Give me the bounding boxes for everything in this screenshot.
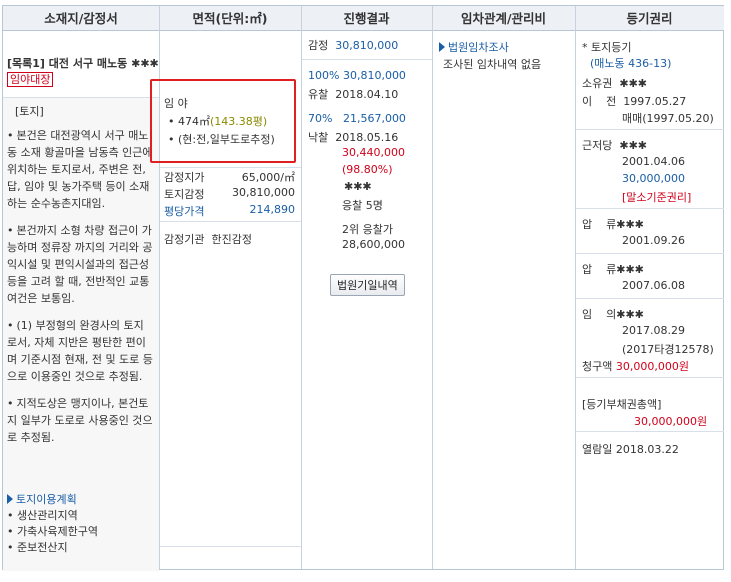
tenancy-result: 조사된 임차내역 없음	[443, 58, 542, 71]
land-plan-item: • 준보전산지	[7, 541, 68, 554]
land-plan-list: • 생산관리지역 • 가축사육제한구역 • 준보전산지	[7, 508, 98, 556]
area-cell: 임 야 • 474㎡(143.38평) • (현:전,일부도로추정) 감정지가 …	[150, 31, 301, 569]
item-heading: [목록1] 대전 서구 매노동 ✱✱✱	[7, 55, 159, 71]
seizure1-date: 2001.09.26	[622, 234, 685, 247]
transfer-line: 이 전 1997.05.27	[582, 95, 687, 108]
divider	[576, 129, 724, 130]
auction-table: 소재지/감정서 면적(단위:㎡) 진행결과 임차관계/관리비 등기권리 [목록1…	[2, 5, 724, 571]
registry-parcel[interactable]: (매노동 436-13)	[590, 55, 671, 71]
header-tenancy: 임차관계/관리비	[432, 6, 575, 31]
registry-title: * 토지등기	[582, 41, 632, 54]
owner-line: 소유권 ✱✱✱	[582, 77, 648, 90]
second-bid-value: 28,600,000	[342, 238, 405, 251]
header-registry: 등기권리	[575, 6, 724, 31]
divider	[576, 377, 724, 378]
triangle-right-icon	[439, 42, 445, 52]
unit-price-value: 65,000/㎡	[241, 171, 295, 184]
land-plan-item: • 생산관리지역	[7, 509, 78, 522]
round2-result: 낙찰 2018.05.16	[308, 131, 399, 144]
forest-registry-badge[interactable]: 임야대장	[7, 72, 54, 87]
tenancy-cell: 법원임차조사 조사된 임차내역 없음	[433, 31, 575, 569]
round1-price: 100% 30,810,000	[308, 69, 406, 82]
seizure2-line: 압 류✱✱✱	[582, 263, 644, 276]
land-plan-link[interactable]: 토지이용계획	[7, 491, 77, 507]
description-1: • 본건은 대전광역시 서구 매노동 소재 황골마을 남동측 인근에 위치하는 토…	[7, 129, 153, 210]
divider	[576, 253, 724, 254]
divider	[160, 221, 301, 222]
divider	[160, 167, 301, 168]
winning-ratio: (98.80%)	[342, 163, 393, 176]
location-cell: [목록1] 대전 서구 매노동 ✱✱✱ 임야대장 [토지] • 본건은 대전광역시…	[3, 31, 159, 571]
item-number: [목록1]	[7, 57, 45, 70]
description-4: • 지적도상은 맹지이나, 본건토지 일부가 도로로 사용중인 것으로 추정됨.	[7, 397, 153, 444]
header-location: 소재지/감정서	[3, 6, 159, 31]
view-date-line: 열람일 2018.03.22	[582, 443, 679, 456]
divider	[576, 298, 724, 299]
transfer-cause: 매매(1997.05.20)	[622, 112, 714, 125]
voluntary-line: 임 의✱✱✱	[582, 308, 644, 321]
mortgage-date: 2001.04.06	[622, 155, 685, 168]
seizure1-line: 압 류✱✱✱	[582, 218, 644, 231]
voluntary-date: 2017.08.29	[622, 324, 685, 337]
total-claims-amount: 30,000,000원	[634, 415, 708, 428]
total-claims-label: [등기부채권총액]	[582, 398, 662, 411]
description-3: • (1) 부정형의 완경사의 토지로서, 자체 지반은 평탄한 편이며 기준시점…	[7, 319, 153, 383]
appraiser-line: 감정기관 한진감정	[164, 233, 252, 246]
winning-bid: 30,440,000	[342, 146, 405, 159]
land-appraisal-label: 토지감정	[164, 188, 205, 201]
round1-result: 유찰 2018.04.10	[308, 88, 399, 101]
description-2: • 본건까지 소형 차량 접근이 가능하며 정류장 까지의 거리와 공익시설 및 …	[7, 224, 153, 305]
divider	[576, 431, 724, 432]
winner-name: ✱✱✱	[344, 180, 372, 193]
land-appraisal-value: 30,810,000	[232, 186, 295, 199]
appraiser-name: 한진감정	[211, 233, 252, 246]
mortgage-amount: 30,000,000	[622, 172, 685, 185]
seizure2-date: 2007.06.08	[622, 279, 685, 292]
voluntary-case: (2017타경12578)	[622, 343, 714, 356]
header-progress: 진행결과	[301, 6, 432, 31]
appraisal-line: 감정 30,810,000	[308, 39, 399, 52]
court-schedule-button[interactable]: 법원기일내역	[330, 274, 405, 296]
pyeong-price-label: 평당가격	[164, 205, 205, 218]
progress-cell: 감정 30,810,000 100% 30,810,000 유찰 2018.04…	[302, 31, 432, 569]
unit-price-label: 감정지가	[164, 171, 205, 184]
registry-cell: * 토지등기 (매노동 436-13) 소유권 ✱✱✱ 이 전 1997.05.…	[576, 31, 724, 569]
divider	[302, 59, 432, 60]
mortgage-note: [말소기준권리]	[622, 191, 692, 204]
divider	[576, 208, 724, 209]
address: 대전 서구 매노동 ✱✱✱	[48, 57, 159, 70]
mortgage-line: 근저당 ✱✱✱	[582, 139, 648, 152]
claim-line: 청구액 30,000,000원	[582, 360, 689, 373]
divider	[160, 546, 301, 547]
land-plan-item: • 가축사육제한구역	[7, 525, 98, 538]
second-bid-label: 2위 응찰가	[342, 223, 393, 236]
header-area: 면적(단위:㎡)	[159, 6, 301, 31]
triangle-right-icon	[7, 494, 13, 504]
bidder-count: 응찰 5명	[342, 199, 383, 212]
round2-price: 70% 21,567,000	[308, 112, 406, 125]
pyeong-price-value: 214,890	[249, 203, 296, 216]
highlight-box	[150, 79, 296, 163]
court-tenancy-link[interactable]: 법원임차조사	[439, 39, 509, 55]
land-section-label: [토지]	[15, 105, 44, 118]
